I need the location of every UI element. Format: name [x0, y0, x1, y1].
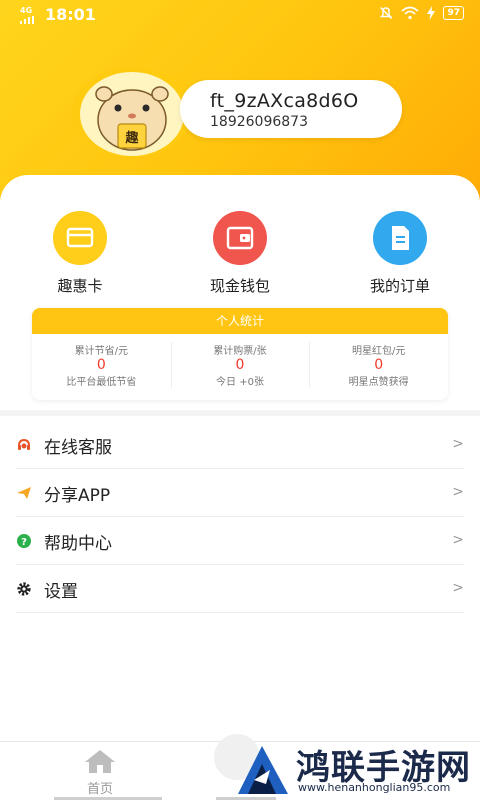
- chevron-right-icon: >: [452, 580, 464, 596]
- customer-service-icon: [18, 438, 30, 450]
- tab-home[interactable]: 首页: [70, 748, 130, 797]
- chevron-right-icon: >: [452, 484, 464, 500]
- stats-title: 个人统计: [32, 308, 448, 334]
- personal-stats-card: 个人统计 累计节省/元 0 比平台最低节省 累计购票/张 0 今日 +0张 明星…: [32, 308, 448, 400]
- stat-sub: 比平台最低节省: [66, 377, 137, 388]
- avatar-badge-text: 趣: [124, 130, 139, 146]
- home-icon: [85, 750, 115, 773]
- svg-text:?: ?: [21, 537, 27, 548]
- content-panel: 趣惠卡 现金钱包 我的订单 个人统计 累计节省/元 0 比平台最低节省 累计购票…: [0, 175, 480, 741]
- stat-value: 0: [235, 357, 245, 373]
- paper-plane-icon: [17, 487, 31, 499]
- username: ft_9zAXca8d6O: [210, 90, 359, 112]
- menu-label: 帮助中心: [44, 534, 112, 554]
- chevron-right-icon: >: [452, 436, 464, 452]
- menu-item-settings[interactable]: 设置 >: [16, 565, 464, 613]
- stat-label: 累计节省/元: [74, 346, 129, 357]
- avatar[interactable]: 趣: [80, 72, 184, 156]
- stat-value: 0: [96, 357, 106, 373]
- stat-sub: 明星点赞获得: [348, 377, 409, 388]
- gear-icon: [17, 582, 31, 596]
- menu-item-share-app[interactable]: 分享APP >: [16, 469, 464, 517]
- hamster-icon: 趣: [95, 86, 169, 151]
- help-icon: ?: [17, 534, 31, 548]
- status-bar: 4G 18:01 97: [0, 0, 480, 32]
- stat-star-redpacket[interactable]: 明星红包/元 0 明星点赞获得: [309, 334, 448, 388]
- wallet-icon: [213, 211, 267, 265]
- quick-action-card[interactable]: 趣惠卡: [20, 211, 140, 296]
- quick-action-label: 趣惠卡: [57, 277, 103, 295]
- order-document-icon: [373, 211, 427, 265]
- stat-label: 累计购票/张: [213, 346, 267, 357]
- stat-total-saved[interactable]: 累计节省/元 0 比平台最低节省: [32, 334, 171, 388]
- watermark-logo-icon: [238, 746, 288, 794]
- menu-item-customer-service[interactable]: 在线客服 >: [16, 421, 464, 469]
- menu-item-help-center[interactable]: ? 帮助中心 >: [16, 517, 464, 565]
- network-type: 4G: [20, 6, 33, 15]
- menu-label: 设置: [44, 582, 78, 602]
- stat-sub: 今日 +0张: [216, 377, 264, 388]
- quick-action-label: 我的订单: [369, 277, 430, 295]
- quick-action-orders[interactable]: 我的订单: [340, 211, 460, 296]
- battery-level: 97: [443, 6, 464, 20]
- charging-icon: [427, 6, 436, 20]
- stat-label: 明星红包/元: [351, 346, 406, 357]
- wifi-icon: [401, 6, 419, 20]
- watermark-url: www.henanhonglian95.com: [298, 781, 451, 794]
- signal-icon: [20, 16, 34, 24]
- menu-list: 在线客服 > 分享APP > ? 帮助中心 > 设置 >: [16, 421, 464, 613]
- tab-label: 首页: [86, 782, 113, 797]
- user-info-card[interactable]: ft_9zAXca8d6O 18926096873: [180, 80, 402, 138]
- quick-action-wallet[interactable]: 现金钱包: [180, 211, 300, 296]
- chevron-right-icon: >: [452, 532, 464, 548]
- clock: 18:01: [45, 5, 96, 24]
- menu-label: 在线客服: [44, 438, 112, 458]
- watermark: 鸿联手游网 www.henanhonglian95.com: [232, 740, 480, 800]
- mute-icon: [380, 7, 393, 19]
- section-divider: [0, 410, 480, 416]
- phone-number: 18926096873: [210, 114, 308, 130]
- stat-value: 0: [374, 357, 384, 373]
- quick-action-label: 现金钱包: [209, 277, 270, 295]
- menu-label: 分享APP: [44, 486, 111, 506]
- card-icon: [53, 211, 107, 265]
- stat-total-tickets[interactable]: 累计购票/张 0 今日 +0张: [170, 334, 310, 388]
